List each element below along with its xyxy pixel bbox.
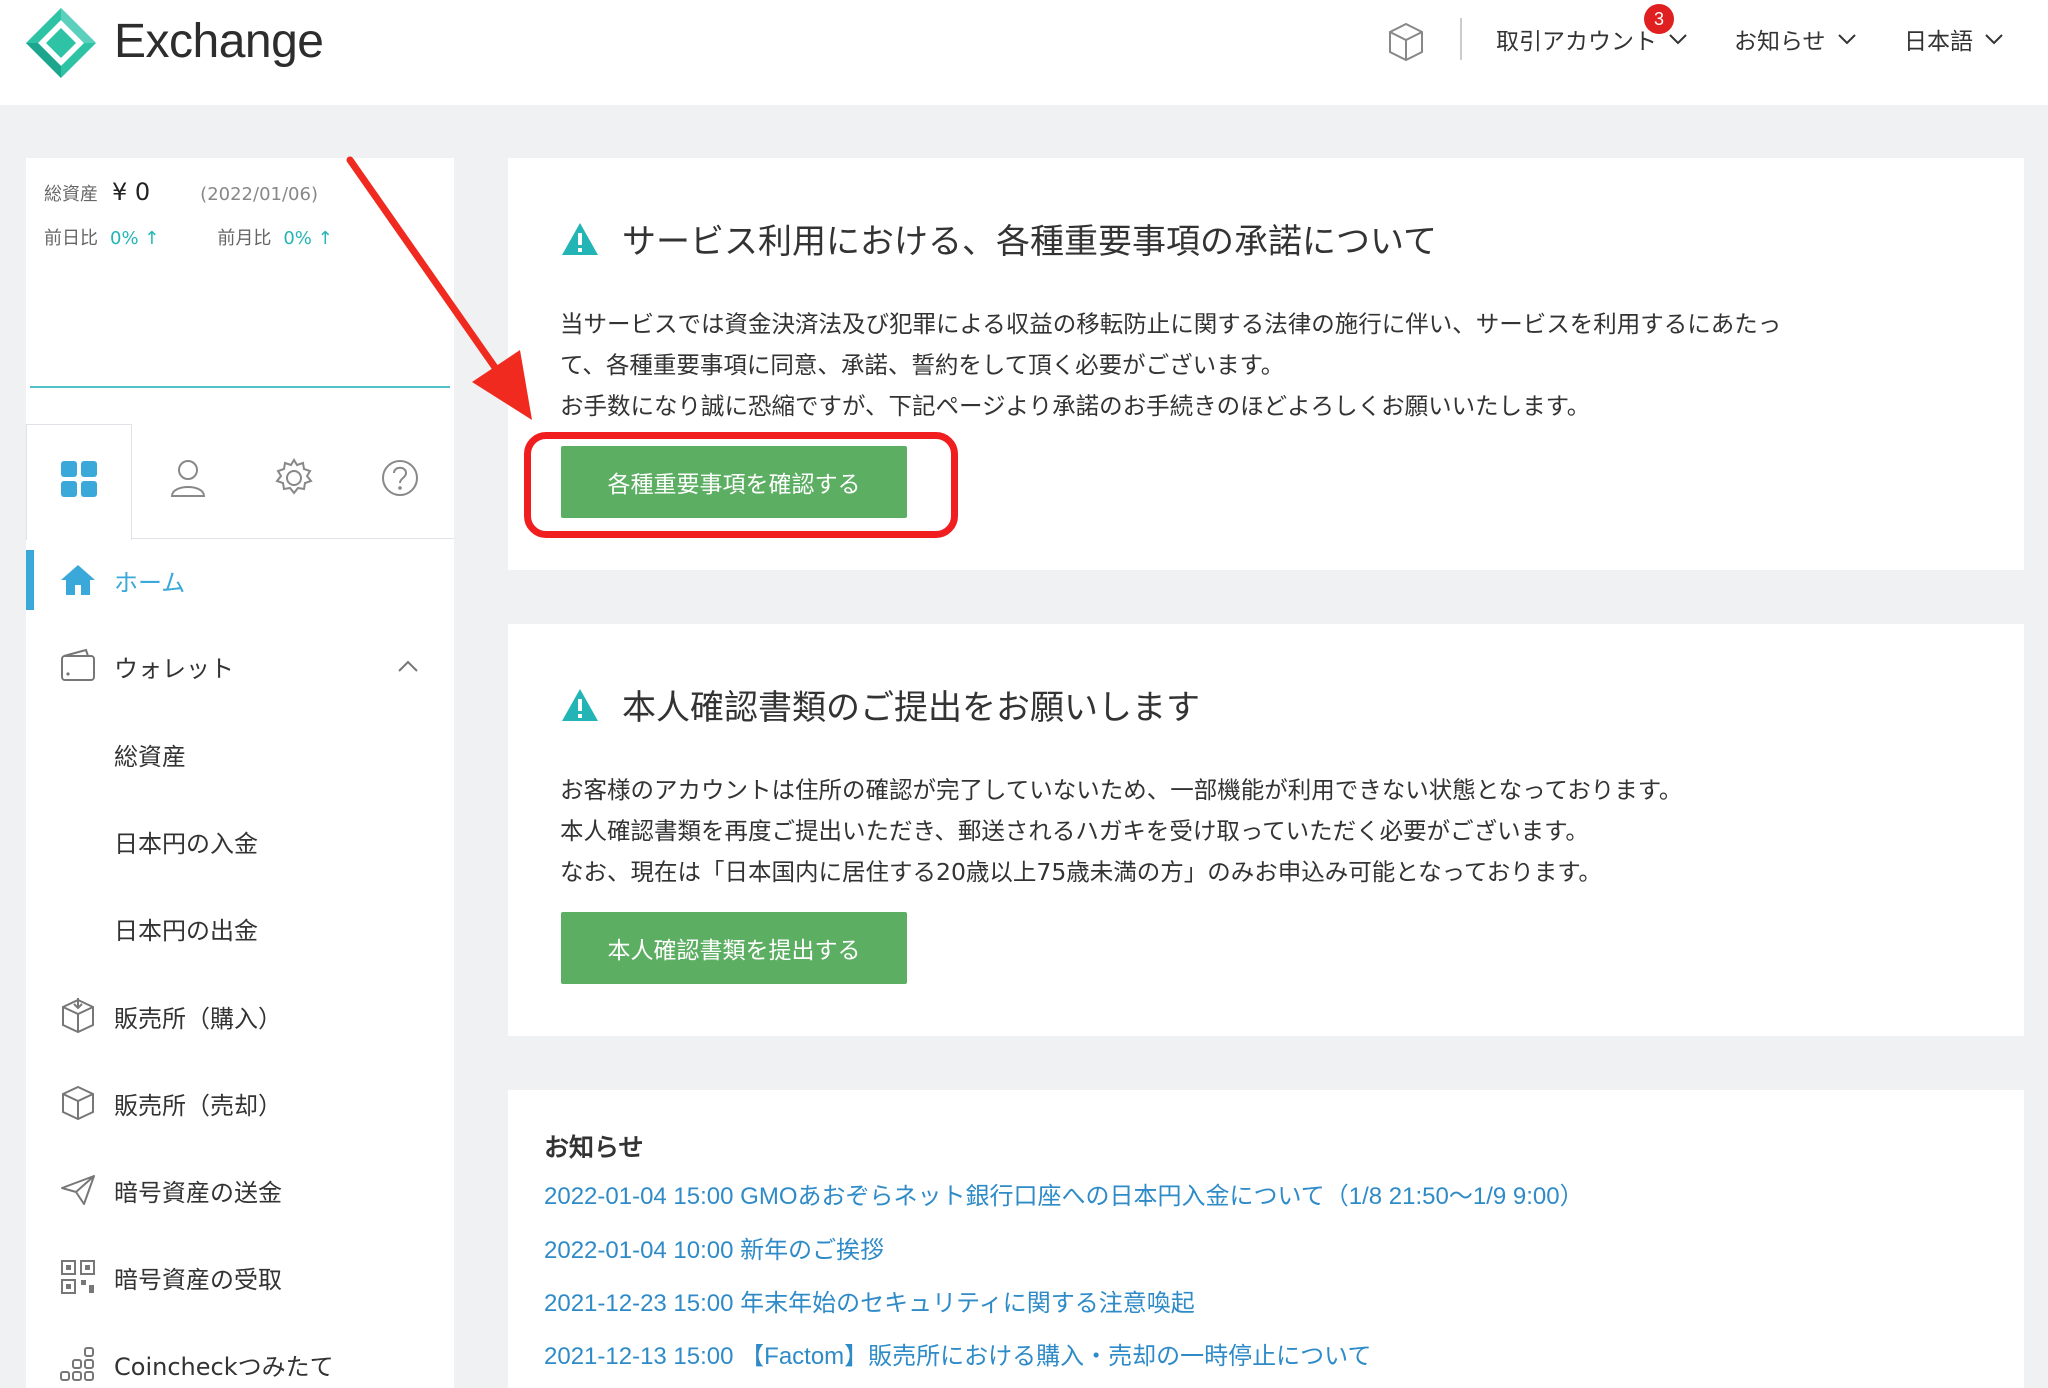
asset-change: 前日比 0% ↑ 前月比 0% ↑	[44, 224, 333, 250]
identity-card: 本人確認書類のご提出をお願いします お客様のアカウントは住所の確認が完了していな…	[508, 624, 2024, 1036]
grid-icon	[61, 461, 97, 497]
warning-icon	[562, 222, 598, 255]
sidebar-item-total-assets[interactable]: 総資産	[26, 724, 454, 784]
user-icon[interactable]	[164, 454, 212, 502]
sidebar-item-label: Coincheckつみたて	[114, 1352, 334, 1381]
sidebar-item-label: 暗号資産の受取	[114, 1265, 282, 1294]
nav-notices[interactable]: お知らせ	[1734, 22, 1858, 56]
sidebar-item-label: ウォレット	[114, 654, 234, 683]
news-item[interactable]: 2021-12-23 15:00 年末年始のセキュリティに関する注意喚起	[544, 1283, 1195, 1318]
chevron-down-icon	[1837, 34, 1856, 45]
consent-line: 当サービスでは資金決済法及び犯罪による収益の移転防止に関する法律の施行に伴い、サ…	[560, 310, 1782, 338]
sidebar-item-jpy-deposit[interactable]: 日本円の入金	[26, 811, 454, 871]
sidebar-tabs	[26, 424, 454, 540]
submit-id-button[interactable]: 本人確認書類を提出する	[561, 912, 907, 984]
identity-title-text: 本人確認書類のご提出をお願いします	[622, 688, 1200, 728]
sidebar-item-jpy-withdraw[interactable]: 日本円の出金	[26, 898, 454, 958]
sidebar-item-label: 総資産	[114, 742, 186, 771]
month-change-label: 前月比	[217, 228, 272, 249]
tab-dashboard[interactable]	[26, 424, 132, 540]
cube-icon[interactable]	[1384, 20, 1428, 64]
chevron-up-icon[interactable]	[396, 658, 420, 674]
month-change-value: 0% ↑	[283, 228, 333, 249]
news-item[interactable]: 2022-01-04 10:00 新年のご挨拶	[544, 1230, 884, 1265]
consent-line: お手数になり誠に恐縮ですが、下記ページより承諾のお手続きのほどよろしくお願いいた…	[560, 392, 1591, 420]
sidebar-item-home[interactable]: ホーム	[26, 550, 454, 610]
day-change-label: 前日比	[44, 228, 98, 249]
consent-line: て、各種重要事項に同意、承諾、誓約をして頂く必要がございます。	[560, 351, 1285, 379]
sidebar-item-wallet[interactable]: ウォレット	[26, 636, 454, 696]
news-item[interactable]: 2021-12-13 15:00 【Factom】販売所における購入・売却の一時…	[544, 1336, 1371, 1371]
day-change-value: 0% ↑	[110, 228, 160, 249]
sidebar-item-sell[interactable]: 販売所（売却）	[26, 1073, 454, 1133]
chevron-down-icon	[1985, 34, 2003, 45]
sidebar-item-label: ホーム	[114, 568, 186, 597]
sidebar-item-tsumitate[interactable]: Coincheckつみたて	[26, 1334, 454, 1388]
coincheck-logo-icon[interactable]	[24, 6, 98, 80]
chevron-down-icon	[1669, 34, 1687, 45]
dots-icon	[60, 1347, 94, 1381]
qr-icon	[61, 1260, 95, 1294]
sidebar-item-send-crypto[interactable]: 暗号資産の送金	[26, 1160, 454, 1220]
nav-notices-label: お知らせ	[1734, 29, 1826, 55]
help-icon[interactable]	[376, 454, 424, 502]
top-header: Exchange 取引アカウント 3 お知らせ 日本語	[0, 0, 2048, 105]
box-out-icon	[62, 1085, 94, 1121]
consent-title: サービス利用における、各種重要事項の承諾について	[560, 214, 1437, 263]
month-change: 前月比 0% ↑	[217, 224, 332, 250]
identity-line: お客様のアカウントは住所の確認が完了していないため、一部機能が利用できない状態と…	[560, 776, 1683, 804]
sidebar-item-label: 販売所（売却）	[114, 1091, 282, 1120]
day-change: 前日比 0% ↑	[44, 224, 159, 250]
notification-badge: 3	[1644, 4, 1674, 34]
summary-date: (2022/01/06)	[200, 184, 318, 205]
consent-title-text: サービス利用における、各種重要事項の承諾について	[622, 222, 1437, 262]
identity-title: 本人確認書類のご提出をお願いします	[560, 680, 1200, 729]
sidebar-item-receive-crypto[interactable]: 暗号資産の受取	[26, 1247, 454, 1307]
tab-underline	[132, 538, 454, 539]
warning-icon	[562, 688, 598, 721]
identity-line: なお、現在は「日本国内に居住する20歳以上75歳未満の方」のみお申込み可能となっ…	[560, 858, 1602, 886]
sidebar-item-label: 暗号資産の送金	[114, 1178, 282, 1207]
sidebar-item-buy[interactable]: 販売所（購入）	[26, 986, 454, 1046]
brand-name[interactable]: Exchange	[114, 14, 324, 69]
nav-language[interactable]: 日本語	[1904, 22, 2005, 56]
news-title: お知らせ	[544, 1133, 644, 1162]
total-assets-value: ¥ 0	[112, 178, 151, 206]
highlight-box	[524, 432, 958, 538]
total-assets-label: 総資産	[44, 184, 98, 205]
asset-summary: 総資産 ¥ 0 (2022/01/06)	[44, 178, 318, 206]
box-in-icon	[62, 998, 94, 1034]
nav-language-label: 日本語	[1904, 29, 1973, 55]
home-icon	[61, 565, 95, 595]
nav-trade-account-label: 取引アカウント	[1496, 29, 1657, 55]
identity-line: 本人確認書類を再度ご提出いただき、郵送されるハガキを受け取っていただく必要がござ…	[560, 817, 1589, 845]
news-item[interactable]: 2022-01-04 15:00 GMOあおぞらネット銀行口座への日本円入金につ…	[544, 1176, 1584, 1211]
consent-body: 当サービスでは資金決済法及び犯罪による収益の移転防止に関する法律の施行に伴い、サ…	[560, 304, 1781, 427]
send-icon	[61, 1175, 95, 1205]
sidebar-item-label: 日本円の出金	[114, 916, 258, 945]
identity-body: お客様のアカウントは住所の確認が完了していないため、一部機能が利用できない状態と…	[560, 770, 1682, 893]
header-divider	[1460, 18, 1462, 60]
gear-icon[interactable]	[270, 454, 318, 502]
red-arrow-icon	[346, 156, 532, 420]
sidebar-item-label: 販売所（購入）	[114, 1004, 282, 1033]
sidebar-item-label: 日本円の入金	[114, 829, 258, 858]
wallet-icon	[61, 648, 95, 681]
news-card: お知らせ 2022-01-04 15:00 GMOあおぞらネット銀行口座への日本…	[508, 1090, 2024, 1388]
